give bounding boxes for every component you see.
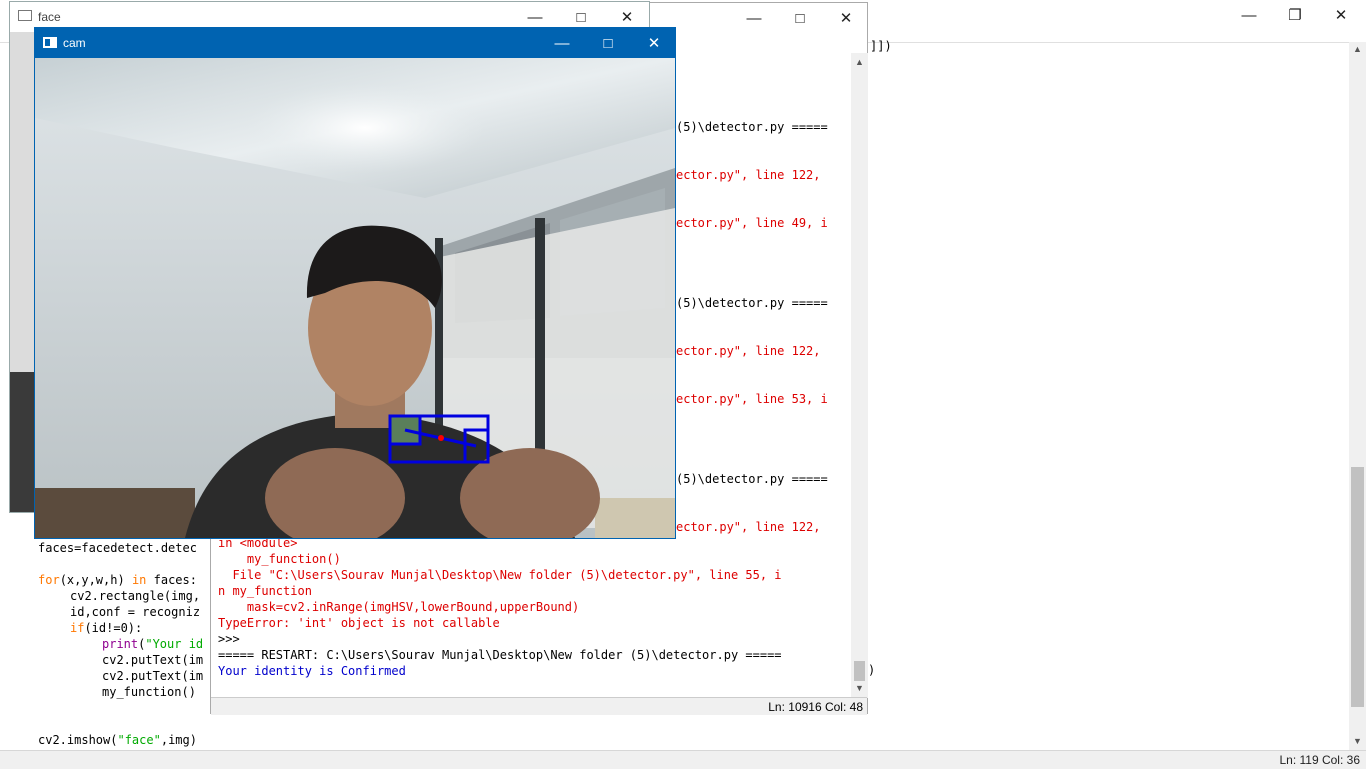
shell-line: n my_function: [218, 584, 312, 598]
maximize-icon[interactable]: □: [585, 28, 631, 58]
shell-scrollbar[interactable]: ▲ ▼: [851, 53, 868, 698]
shell-line: my_function(): [218, 552, 341, 566]
code-token: my_function(): [102, 685, 196, 699]
shell-status-bar: Ln: 10916 Col: 48: [211, 697, 867, 715]
maximize-icon[interactable]: □: [777, 3, 823, 33]
code-token: (id!=0):: [84, 621, 143, 635]
cursor-position: Ln: 10916 Col: 48: [768, 700, 863, 714]
code-fragment: ]]): [870, 39, 892, 53]
code-token: id,conf = recogniz: [70, 605, 201, 619]
code-line: for(x,y,w,h) in faces:: [38, 572, 203, 588]
code-line: if(id!=0):: [38, 620, 203, 636]
code-token: print: [102, 637, 139, 651]
shell-line: ===== RESTART: C:\Users\Sourav Munjal\De…: [218, 648, 782, 662]
code-token: in: [131, 573, 147, 587]
scroll-thumb[interactable]: [1351, 467, 1364, 707]
code-token: cv2.imshow(: [38, 733, 118, 747]
code-token: ,img): [160, 733, 197, 747]
code-line: cv2.rectangle(img,: [38, 588, 203, 604]
code-area[interactable]: faces=facedetect.detec for(x,y,w,h) in fa…: [38, 540, 203, 748]
close-icon[interactable]: ✕: [1318, 0, 1364, 30]
code-line: cv2.imshow("face",img): [38, 732, 203, 748]
scroll-up-icon[interactable]: ▲: [1353, 44, 1362, 54]
minimize-icon[interactable]: —: [1226, 0, 1272, 30]
window-icon: [43, 37, 57, 48]
shell-line: File "C:\Users\Sourav Munjal\Desktop\New…: [218, 568, 782, 582]
shell-line: TypeError: 'int' object is not callable: [218, 616, 500, 630]
code-line: cv2.putText(im: [38, 668, 203, 684]
code-fragment: ): [868, 663, 876, 677]
close-icon[interactable]: ✕: [823, 3, 869, 33]
restore-icon[interactable]: ❐: [1272, 0, 1318, 30]
shell-line: Your identity is Confirmed: [218, 664, 406, 678]
code-token: cv2.putText(im: [102, 669, 204, 683]
webcam-frame: [35, 58, 675, 538]
code-token: if: [70, 621, 85, 635]
cam-window: cam — □ ✕: [34, 27, 676, 539]
code-line: faces=facedetect.detec: [38, 540, 203, 556]
code-line: print("Your id: [38, 636, 203, 652]
shell-line: >>>: [218, 632, 240, 646]
window-title: cam: [63, 36, 86, 50]
minimize-icon[interactable]: —: [539, 28, 585, 58]
code-line: cv2.putText(im: [38, 652, 203, 668]
code-token: faces=facedetect.detec: [38, 541, 197, 555]
scroll-down-icon[interactable]: ▼: [1353, 736, 1362, 746]
shell-line: mask=cv2.inRange(imgHSV,lowerBound,upper…: [218, 600, 580, 614]
close-icon[interactable]: ✕: [631, 28, 677, 58]
code-token: cv2.rectangle(img,: [70, 589, 201, 603]
code-token: "face": [117, 733, 161, 747]
cam-titlebar[interactable]: cam — □ ✕: [35, 28, 675, 58]
editor-scrollbar[interactable]: ▲ ▼: [1349, 42, 1366, 750]
editor-status-bar: Ln: 119 Col: 36: [0, 750, 1366, 769]
scroll-down-icon[interactable]: ▼: [855, 683, 864, 693]
code-line: id,conf = recogniz: [38, 604, 203, 620]
scroll-thumb[interactable]: [854, 661, 865, 681]
scroll-up-icon[interactable]: ▲: [855, 57, 864, 67]
cursor-position: Ln: 119 Col: 36: [1279, 753, 1360, 767]
code-line: my_function(): [38, 684, 203, 700]
minimize-icon[interactable]: —: [731, 3, 777, 33]
code-token: (x,y,w,h): [59, 573, 132, 587]
window-title: face: [38, 10, 61, 24]
code-token: for: [38, 573, 60, 587]
window-icon: [18, 10, 32, 21]
code-token: "Your id: [145, 637, 204, 651]
code-token: cv2.putText(im: [102, 653, 204, 667]
code-token: faces:: [146, 573, 197, 587]
